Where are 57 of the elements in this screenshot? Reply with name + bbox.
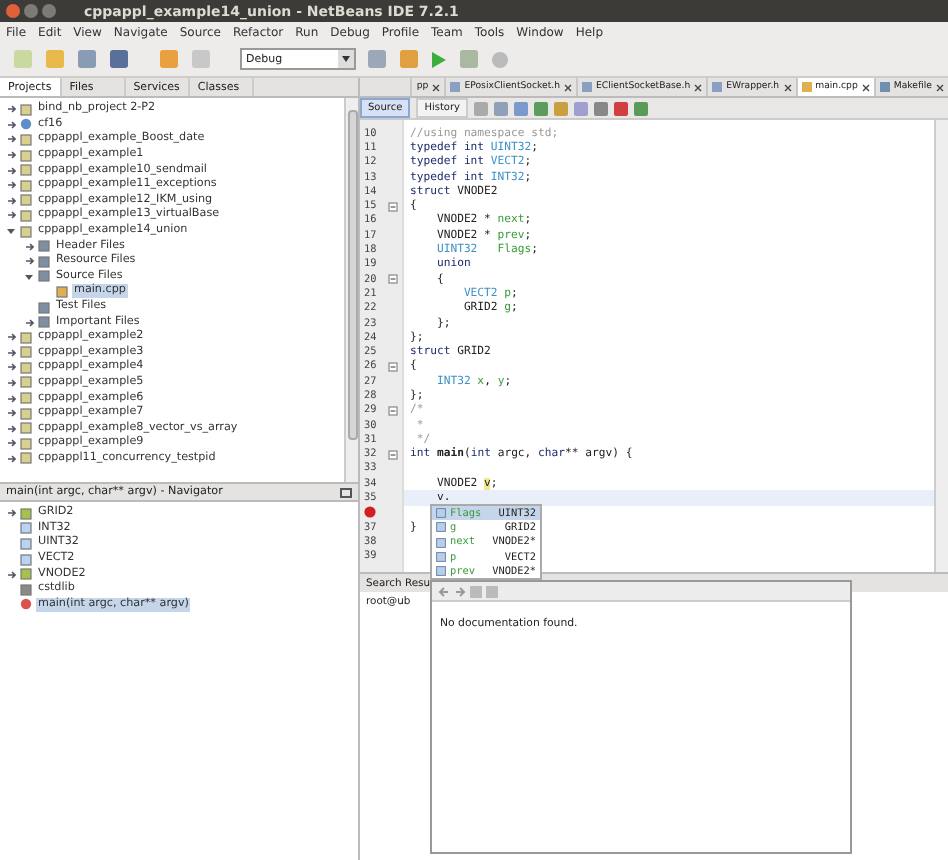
expand-arrow-icon[interactable]	[24, 241, 34, 252]
expand-arrow-icon[interactable]	[6, 453, 16, 464]
run-icon[interactable]	[430, 49, 448, 69]
fold-icon[interactable]	[388, 361, 398, 372]
expand-arrow-icon[interactable]	[6, 408, 16, 419]
close-button[interactable]	[6, 4, 20, 18]
struct-icon	[20, 568, 32, 581]
file-icon	[879, 82, 890, 92]
expand-arrow-icon[interactable]	[6, 180, 16, 191]
file-icon	[450, 82, 461, 92]
close-icon[interactable]	[694, 83, 703, 91]
expand-arrow-icon[interactable]	[6, 210, 16, 221]
function-icon	[20, 598, 32, 611]
expand-arrow-icon[interactable]	[6, 393, 16, 404]
file-icon	[56, 285, 68, 298]
project-icon	[20, 103, 32, 116]
close-icon[interactable]	[432, 83, 441, 91]
collapse-arrow-icon[interactable]	[24, 271, 34, 282]
maximize-button[interactable]	[42, 4, 56, 18]
file-icon	[582, 82, 592, 92]
close-icon[interactable]	[861, 83, 870, 91]
expand-arrow-icon[interactable]	[24, 317, 34, 328]
fold-icon[interactable]	[388, 274, 398, 285]
scrollbar[interactable]	[934, 120, 948, 572]
collapse-arrow-icon[interactable]	[6, 226, 16, 237]
struct-icon	[20, 507, 32, 520]
fold-icon[interactable]	[388, 201, 398, 212]
close-icon[interactable]	[936, 83, 944, 91]
scrollbar[interactable]	[344, 98, 358, 482]
file-icon	[801, 82, 812, 92]
expand-arrow-icon[interactable]	[6, 150, 16, 161]
expand-arrow-icon[interactable]	[6, 569, 16, 580]
expand-arrow-icon[interactable]	[6, 104, 16, 115]
expand-arrow-icon[interactable]	[6, 508, 16, 519]
expand-arrow-icon[interactable]	[6, 362, 16, 373]
expand-arrow-icon[interactable]	[6, 377, 16, 388]
expand-arrow-icon[interactable]	[6, 195, 16, 206]
fold-icon[interactable]	[388, 449, 398, 460]
close-icon[interactable]	[564, 83, 572, 91]
minimize-icon[interactable]	[340, 487, 352, 497]
expand-arrow-icon[interactable]	[6, 438, 16, 449]
expand-arrow-icon[interactable]	[6, 423, 16, 434]
expand-arrow-icon[interactable]	[6, 119, 16, 130]
dropdown-arrow-icon	[338, 50, 354, 68]
minimize-button[interactable]	[24, 4, 38, 18]
expand-arrow-icon[interactable]	[6, 347, 16, 358]
globe-icon	[20, 118, 32, 131]
expand-arrow-icon[interactable]	[6, 332, 16, 343]
close-icon[interactable]	[783, 83, 792, 91]
file-icon	[712, 82, 723, 92]
include-icon	[20, 583, 32, 596]
fold-icon[interactable]	[388, 405, 398, 416]
expand-arrow-icon[interactable]	[6, 165, 16, 176]
expand-arrow-icon[interactable]	[24, 256, 34, 267]
back-icon[interactable]	[438, 585, 450, 597]
expand-arrow-icon[interactable]	[6, 134, 16, 145]
forward-icon[interactable]	[454, 585, 466, 597]
